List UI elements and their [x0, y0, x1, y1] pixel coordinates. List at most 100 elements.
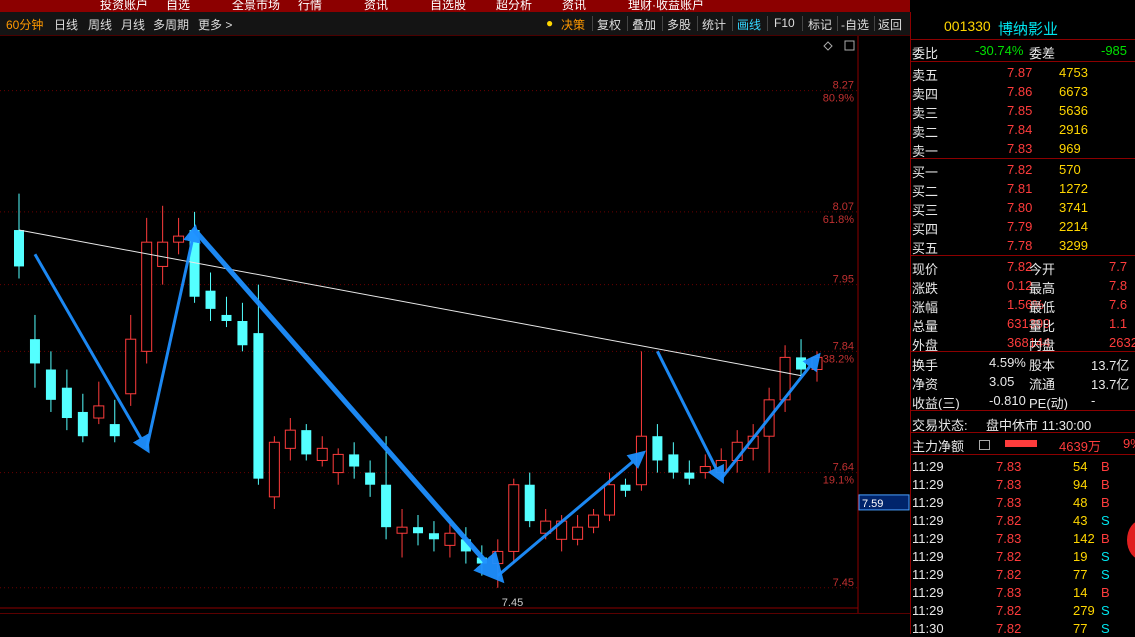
- candle-body-up: [173, 235, 185, 243]
- candle-body-up: [508, 484, 520, 552]
- low-price-marker: 7.45: [502, 597, 523, 609]
- candle-body-up: [492, 550, 504, 565]
- trend-arrow: [145, 224, 201, 449]
- order-ratio-row: 委比 -30.74% 委差 -985: [911, 41, 1135, 61]
- quote-value: 1.1: [1109, 316, 1128, 331]
- order-ratio-label: 委比: [912, 46, 939, 61]
- quote-value: 7.7: [1109, 259, 1128, 274]
- main-flow-label: 主力净额: [912, 439, 965, 454]
- candle-body-up: [396, 526, 408, 534]
- level-price: 7.83: [1007, 141, 1033, 156]
- level-price: 7.85: [1007, 103, 1033, 118]
- tick-price: 7.82: [996, 603, 1022, 618]
- candle-body-up: [125, 338, 137, 395]
- f10-button[interactable]: F10: [774, 16, 795, 30]
- tab-daily[interactable]: 日线: [54, 16, 78, 33]
- tick-side: B: [1101, 531, 1110, 546]
- multi-stock-button[interactable]: 多股: [667, 16, 691, 33]
- tick-time: 11:29: [912, 513, 944, 528]
- candle-body-up: [699, 466, 711, 474]
- adjust-button[interactable]: 复权: [597, 16, 621, 33]
- candle-body-down: [45, 369, 56, 400]
- overlay-button[interactable]: 叠加: [632, 16, 656, 33]
- back-button[interactable]: 返回: [878, 16, 902, 33]
- tick-volume: 77: [1073, 567, 1088, 582]
- mark-button[interactable]: 标记: [808, 16, 832, 33]
- tick-time: 11:29: [912, 477, 944, 492]
- tick-volume: 14: [1073, 585, 1088, 600]
- ask-row: 卖五 7.87 4753: [911, 63, 1135, 83]
- stats-row: 换手 4.59% 股本 13.7亿: [911, 353, 1135, 373]
- candle-body-down: [253, 333, 264, 479]
- candle-body-up: [316, 447, 328, 461]
- level-volume: 2214: [1059, 219, 1088, 234]
- top-menu-item[interactable]: 投资账户: [100, 0, 148, 12]
- level-volume: 1272: [1059, 181, 1088, 196]
- candle-body-down: [349, 454, 360, 467]
- price-level-label: 7.45: [833, 577, 854, 589]
- draw-line-button[interactable]: 画线: [737, 16, 761, 33]
- level-volume: 969: [1059, 141, 1081, 156]
- top-menu-strip: 投资账户 自选 全景市场 行情 资讯 自选股 超分析 资讯 理财·收益账户: [0, 0, 910, 12]
- ask-row: 卖三 7.85 5636: [911, 101, 1135, 121]
- quote-value: 26325: [1109, 335, 1135, 350]
- level-volume: 570: [1059, 162, 1081, 177]
- tick-time: 11:29: [912, 567, 944, 582]
- tick-volume: 54: [1073, 459, 1088, 474]
- candle-body-up: [635, 435, 647, 486]
- candle-body-down: [684, 472, 695, 479]
- top-menu-item[interactable]: 资讯: [562, 0, 586, 12]
- tab-more[interactable]: 更多 >: [198, 16, 232, 33]
- tick-side: B: [1101, 477, 1110, 492]
- trend-arrow: [656, 350, 724, 485]
- top-menu-item[interactable]: 全景市场: [232, 0, 280, 12]
- top-menu-item[interactable]: 自选股: [430, 0, 466, 12]
- top-menu-item[interactable]: 理财·收益账户: [628, 0, 704, 12]
- candle-body-up: [284, 429, 296, 449]
- ask-row: 卖二 7.84 2916: [911, 120, 1135, 140]
- bid-row: 买二 7.81 1272: [911, 179, 1135, 199]
- tick-time: 11:29: [912, 531, 944, 546]
- period-selector[interactable]: 60分钟: [6, 16, 43, 33]
- quote-row: 外盘368144内盘26325: [911, 333, 1135, 353]
- order-ratio-value: -30.74%: [975, 43, 1024, 58]
- top-menu-item[interactable]: 超分析: [496, 0, 532, 12]
- top-menu-item[interactable]: 行情: [298, 0, 322, 12]
- chart-toolbar: 60分钟 日线 周线 月线 多周期 更多 > ● 决策 复权 叠加 多股 统计 …: [0, 12, 910, 36]
- candle-body-down: [652, 436, 663, 461]
- fib-pct-label: 61.8%: [823, 214, 854, 226]
- candle-body-down: [620, 484, 631, 491]
- kline-chart[interactable]: 8.27 80.9% 8.07 61.8% 7.95 7.84 38.2% 7.64 19.1%…: [0, 36, 910, 628]
- top-menu-item[interactable]: 资讯: [364, 0, 388, 12]
- tick-row: 11:29 7.82 279 S: [911, 601, 1135, 619]
- order-diff-label: 委差: [1029, 46, 1056, 61]
- bid-row: 买五 7.78 3299: [911, 236, 1135, 256]
- tick-side: S: [1101, 567, 1110, 582]
- tick-side: B: [1101, 459, 1110, 474]
- tick-time: 11:29: [912, 603, 944, 618]
- decision-button[interactable]: 决策: [561, 16, 585, 33]
- tick-volume: 142: [1073, 531, 1095, 546]
- statistics-button[interactable]: 统计: [702, 16, 726, 33]
- window-icon: [844, 40, 855, 51]
- level-price: 7.82: [1007, 162, 1033, 177]
- tab-multi-period[interactable]: 多周期: [153, 16, 189, 33]
- tick-row: 11:29 7.83 142 B: [911, 529, 1135, 547]
- top-menu-item[interactable]: 自选: [166, 0, 190, 12]
- candle-body-down: [365, 472, 376, 485]
- stock-title: 001330 博纳影业: [911, 12, 1135, 40]
- remove-watchlist-button[interactable]: -自选: [841, 16, 869, 33]
- quote-row: 涨幅 1.56% 最低 7.6: [911, 295, 1135, 315]
- stats-row: 净资 3.05 流通 13.7亿: [911, 372, 1135, 392]
- price-level-label: 8.27: [833, 80, 854, 92]
- level-price: 7.84: [1007, 122, 1033, 137]
- tab-weekly[interactable]: 周线: [88, 16, 112, 33]
- candle-body-up: [444, 532, 456, 546]
- list-icon: [979, 440, 990, 450]
- candle-body-down: [205, 290, 216, 309]
- tick-row: 11:29 7.83 14 B: [911, 583, 1135, 601]
- bid-row: 买四 7.79 2214: [911, 217, 1135, 237]
- main-flow-row[interactable]: 主力净额 4639万 9%: [911, 434, 1135, 454]
- tab-monthly[interactable]: 月线: [121, 16, 145, 33]
- kline-svg[interactable]: 8.2780.9% 8.0761.8% 7.95 7.8438.2% 7.6419.1%…: [0, 36, 910, 628]
